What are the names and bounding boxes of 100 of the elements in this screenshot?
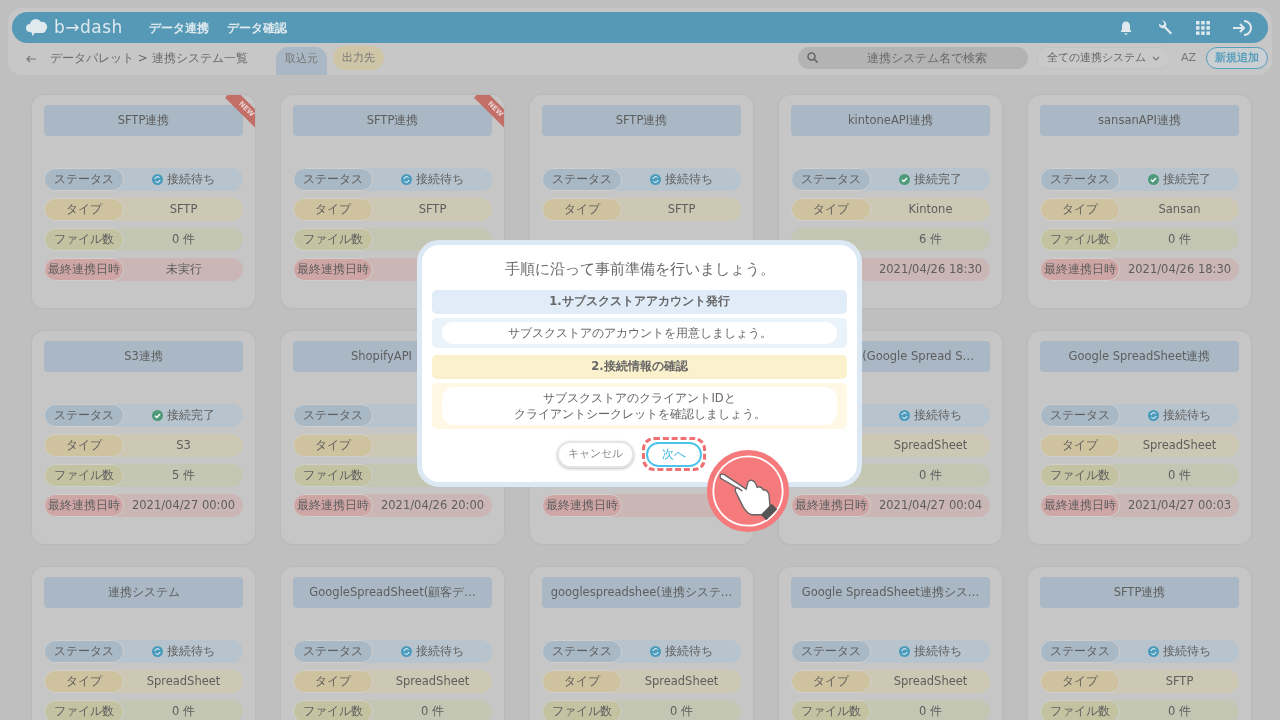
row-value: 接続完了: [914, 170, 962, 188]
row-value: 接続完了: [167, 406, 215, 424]
row-label: ファイル数: [44, 228, 124, 251]
row-value: 0 件: [172, 230, 195, 248]
card-title: 連携システム: [44, 577, 243, 608]
row-label: タイプ: [542, 198, 622, 221]
row-value: Kintone: [908, 200, 953, 218]
row-label: ファイル数: [44, 700, 124, 720]
row-label: タイプ: [293, 198, 373, 221]
row-label: ステータス: [542, 640, 622, 663]
row-value: 接続待ち: [416, 170, 464, 188]
row-value: 2021/04/26 20:00: [380, 496, 485, 514]
row-value: 接続待ち: [665, 642, 713, 660]
row-label: 最終連携日時: [542, 494, 622, 517]
row-label: 最終連携日時: [1040, 494, 1120, 517]
breadcrumb: データパレット > 連携システム一覧: [50, 50, 248, 67]
row-value: SFTP: [1165, 672, 1194, 690]
row-value: 0 件: [1168, 230, 1191, 248]
row-label: ステータス: [44, 640, 124, 663]
cancel-button[interactable]: キャンセル: [557, 441, 634, 468]
row-value: 0 件: [670, 702, 693, 720]
row-label: タイプ: [293, 434, 373, 457]
row-value: 2021/04/27 00:00: [131, 496, 236, 514]
row-label: ファイル数: [44, 464, 124, 487]
row-value: 接続待ち: [167, 170, 215, 188]
row-value: 0 件: [919, 466, 942, 484]
card-title: S3連携: [44, 341, 243, 372]
search-icon: [806, 52, 818, 63]
row-label: ステータス: [44, 168, 124, 191]
row-label: ファイル数: [293, 228, 373, 251]
row-label: ファイル数: [542, 700, 622, 720]
row-label: ステータス: [542, 168, 622, 191]
tab[interactable]: 取込元: [275, 46, 327, 76]
row-value: 0 件: [421, 702, 444, 720]
row-value: 2021/04/27 00:03: [1127, 496, 1232, 514]
card-title: GoogleSpreadSheet(顧客デ…: [293, 577, 492, 608]
row-label: タイプ: [1040, 670, 1120, 693]
card-title: sansanAPI連携: [1040, 105, 1239, 136]
row-value: SpreadSheet: [146, 672, 221, 690]
row-label: タイプ: [1040, 434, 1120, 457]
row-label: ステータス: [791, 168, 871, 191]
logo[interactable]: b→dash: [26, 14, 123, 41]
row-label: タイプ: [791, 198, 871, 221]
row-label: ステータス: [293, 168, 373, 191]
row-value: SpreadSheet: [893, 672, 968, 690]
row-value: 0 件: [1168, 702, 1191, 720]
next-button[interactable]: 次へ: [646, 441, 702, 467]
row-label: 最終連携日時: [791, 494, 871, 517]
step-text: クライアントシークレットを確認しましょう。: [513, 405, 766, 423]
row-label: ファイル数: [791, 700, 871, 720]
row-value: 接続待ち: [167, 642, 215, 660]
card-title: SFTP連携: [1040, 577, 1239, 608]
row-value: 接続待ち: [1163, 642, 1211, 660]
add-button[interactable]: 新規追加: [1206, 46, 1268, 70]
row-label: 最終連携日時: [44, 494, 124, 517]
row-label: タイプ: [44, 198, 124, 221]
row-value: S3: [176, 436, 191, 454]
row-label: 最終連携日時: [293, 258, 373, 281]
step-text: サブスクストアのアカウントを用意しましょう。: [507, 324, 772, 341]
row-label: ファイル数: [293, 464, 373, 487]
row-label: ステータス: [1040, 640, 1120, 663]
sort-toggle[interactable]: AZ: [1180, 49, 1196, 67]
row-value: SFTP: [169, 200, 198, 218]
row-label: 最終連携日時: [44, 258, 124, 281]
row-value: SpreadSheet: [1142, 436, 1217, 454]
row-value: 接続完了: [1163, 170, 1211, 188]
step-text: サブスクストアのクライアントIDと: [543, 389, 736, 406]
filter-dropdown[interactable]: 全ての連携システム: [1035, 47, 1171, 69]
logo-cloud-icon: [26, 17, 50, 36]
logo-text: b→dash: [54, 16, 123, 37]
step-heading: 1.サブスクストアアカウント発行: [432, 289, 847, 314]
search-field[interactable]: 連携システム名で検索: [797, 47, 1028, 69]
row-label: タイプ: [44, 434, 124, 457]
row-label: ステータス: [1040, 404, 1120, 427]
row-value: 接続待ち: [416, 642, 464, 660]
nav-link[interactable]: データ確認: [226, 18, 287, 37]
row-label: タイプ: [791, 670, 871, 693]
row-value: SFTP: [667, 200, 696, 218]
row-label: ファイル数: [1040, 700, 1120, 720]
row-value: 0 件: [1168, 466, 1191, 484]
row-value: 0 件: [172, 702, 195, 720]
row-value: 2021/04/26 18:30: [1127, 260, 1232, 278]
row-label: ファイル数: [1040, 464, 1120, 487]
row-value: 接続待ち: [1163, 406, 1211, 424]
card-title: SFTP連携: [542, 105, 741, 136]
row-label: タイプ: [542, 670, 622, 693]
row-value: 2021/04/27 00:04: [878, 496, 983, 514]
row-value: 2021/04/26 18:30: [878, 260, 983, 278]
row-value: 6 件: [919, 230, 942, 248]
row-label: タイプ: [1040, 198, 1120, 221]
row-label: タイプ: [293, 670, 373, 693]
tab[interactable]: 出力先: [332, 45, 384, 71]
card-title: Google SpreadSheet連携シス…: [791, 577, 990, 608]
row-label: 最終連携日時: [1040, 258, 1120, 281]
nav-link[interactable]: データ連携: [148, 18, 209, 37]
row-value: 5 件: [172, 466, 195, 484]
row-label: 最終連携日時: [293, 494, 373, 517]
row-value: 接続待ち: [914, 642, 962, 660]
row-value: Sansan: [1158, 200, 1201, 218]
row-label: ステータス: [293, 404, 373, 427]
